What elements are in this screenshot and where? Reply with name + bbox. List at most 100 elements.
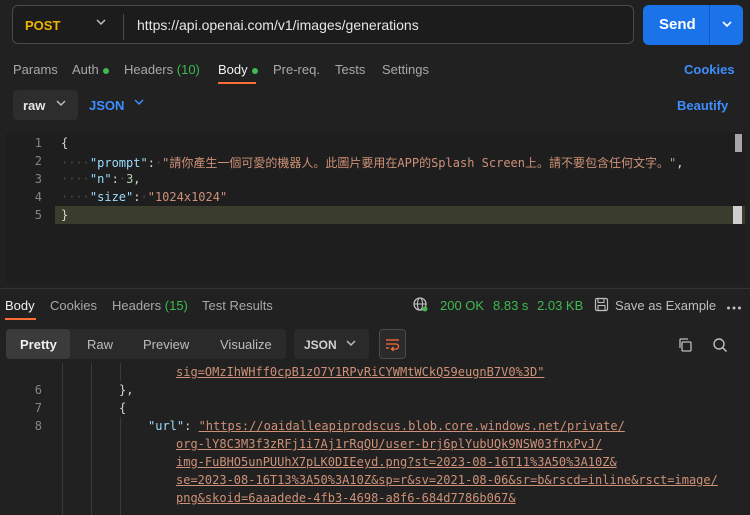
send-label: Send [659, 16, 696, 33]
response-size[interactable]: 2.03 KB [537, 298, 583, 313]
response-tab-test-results[interactable]: Test Results [202, 298, 273, 313]
n-value: 3 [126, 172, 134, 186]
body-type-value: raw [23, 98, 46, 113]
copy-icon[interactable] [677, 337, 693, 356]
view-raw-button[interactable]: Raw [87, 337, 113, 352]
active-tab-indicator [218, 82, 256, 84]
code-line-2: ····"prompt":·"請你產生一個可愛的機器人。此圖片要用在APP的Sp… [61, 156, 684, 170]
line-number: 2 [34, 154, 42, 168]
save-icon [594, 297, 609, 315]
close-brace: } [61, 208, 69, 222]
view-pretty-button[interactable]: Pretty [6, 329, 70, 359]
text-cursor [733, 206, 742, 224]
tab-prereq[interactable]: Pre-req. [273, 62, 320, 77]
response-tab-cookies[interactable]: Cookies [50, 298, 97, 313]
line-number: 1 [34, 136, 42, 150]
tab-settings[interactable]: Settings [382, 62, 429, 77]
indent-guide [62, 363, 63, 515]
response-line-5-tail: sig=OMzIhWHff0cpB1zO7Y1RPvRiCYWMtWCkQ59e… [176, 365, 544, 379]
url-input[interactable]: https://api.openai.com/v1/images/generat… [137, 17, 419, 33]
indent-guide [120, 417, 121, 515]
line-number: 8 [34, 419, 42, 433]
tab-auth[interactable]: Auth [72, 62, 109, 77]
response-line-7: { [119, 401, 127, 415]
cookies-link[interactable]: Cookies [684, 62, 735, 77]
url-value-line[interactable]: org-lY8C3M3f3zRFj1i7Aj1rRqQU/user-brj6pl… [176, 437, 602, 451]
url-continuation: img-FuBHO5unPUUhX7pLK0DIEeyd.png?st=2023… [176, 455, 617, 469]
send-button[interactable]: Send [643, 5, 743, 45]
url-key: "url" [148, 419, 185, 433]
line-number: 7 [34, 401, 42, 415]
line-number: 5 [34, 208, 42, 222]
tab-auth-label: Auth [72, 62, 99, 77]
response-line-6: }, [119, 383, 134, 397]
chevron-down-icon[interactable] [95, 16, 107, 31]
url-continuation: org-lY8C3M3f3zRFj1i7Aj1rRqQU/user-brj6pl… [176, 437, 602, 451]
indent-guide [91, 363, 92, 515]
response-format-value: JSON [304, 338, 337, 352]
divider [123, 14, 124, 40]
size-key: "size" [89, 190, 134, 204]
view-visualize-button[interactable]: Visualize [220, 337, 272, 352]
url-continuation: png&skoid=6aaadede-4fb3-4698-a8f6-684d77… [176, 491, 516, 505]
response-format-dropdown[interactable]: JSON [294, 329, 369, 359]
save-as-example-button[interactable]: Save as Example [615, 298, 716, 313]
prompt-key: "prompt" [89, 156, 148, 170]
more-options-icon[interactable] [726, 300, 742, 315]
url-value-line[interactable]: "https://oaidalleapiprodscus.blob.core.w… [199, 419, 625, 433]
response-headers-count: (15) [164, 298, 188, 313]
status-dot [251, 67, 258, 74]
response-tab-headers[interactable]: Headers (15) [112, 298, 188, 313]
line-number: 3 [34, 172, 42, 186]
url-continuation: se=2023-08-16T13%3A50%3A10Z&sp=r&sv=2021… [176, 473, 718, 487]
code-line-3: ····"n":·3, [61, 172, 141, 186]
status-dot [102, 67, 109, 74]
active-tab-indicator [5, 318, 36, 320]
code-line-1: { [61, 136, 68, 150]
response-view-toggle: Pretty Raw Preview Visualize [6, 329, 286, 359]
headers-count: (10) [176, 62, 200, 77]
view-preview-button[interactable]: Preview [143, 337, 189, 352]
url-value-line[interactable]: png&skoid=6aaadede-4fb3-4698-a8f6-684d77… [176, 491, 516, 505]
n-key: "n" [89, 172, 112, 186]
chevron-down-icon[interactable] [133, 96, 145, 111]
tab-headers[interactable]: Headers (10) [124, 62, 200, 77]
tab-tests[interactable]: Tests [335, 62, 365, 77]
view-pretty-label: Pretty [20, 337, 57, 352]
size-value: "1024x1024" [147, 190, 228, 204]
line-number: 6 [34, 383, 42, 397]
current-line-highlight [55, 206, 745, 224]
body-type-dropdown[interactable]: raw [13, 90, 78, 120]
response-time[interactable]: 8.83 s [493, 298, 528, 313]
globe-icon[interactable] [412, 296, 428, 315]
url-value-line[interactable]: img-FuBHO5unPUUhX7pLK0DIEeyd.png?st=2023… [176, 455, 617, 469]
scrollbar[interactable] [735, 134, 742, 152]
chevron-down-icon[interactable] [720, 17, 734, 34]
line-number: 4 [34, 190, 42, 204]
method-select[interactable]: POST [25, 18, 60, 33]
search-icon[interactable] [712, 337, 728, 356]
language-dropdown[interactable]: JSON [89, 98, 124, 113]
response-tab-body[interactable]: Body [5, 298, 35, 313]
tab-body-label: Body [218, 62, 248, 77]
response-headers-label: Headers [112, 298, 162, 313]
indent-guide [120, 363, 121, 381]
divider [709, 5, 710, 45]
beautify-button[interactable]: Beautify [677, 98, 728, 113]
status-code[interactable]: 200 OK [440, 298, 484, 313]
chevron-down-icon [345, 337, 357, 352]
tab-headers-label: Headers [124, 62, 174, 77]
code-line-4: ····"size":·"1024x1024" [61, 190, 228, 204]
wrap-lines-button[interactable] [379, 329, 406, 359]
tab-params[interactable]: Params [13, 62, 58, 77]
response-line-8: "url": "https://oaidalleapiprodscus.blob… [148, 419, 625, 433]
wrap-lines-icon [385, 337, 400, 354]
chevron-down-icon [55, 97, 67, 112]
divider [0, 288, 750, 289]
code-line-5: } [61, 208, 68, 222]
tab-body[interactable]: Body [218, 62, 258, 77]
url-value-line[interactable]: se=2023-08-16T13%3A50%3A10Z&sp=r&sv=2021… [176, 473, 718, 487]
url-bar: POST https://api.openai.com/v1/images/ge… [12, 5, 634, 44]
url-fragment[interactable]: sig=OMzIhWHff0cpB1zO7Y1RPvRiCYWMtWCkQ59e… [176, 365, 544, 379]
prompt-value: "請你產生一個可愛的機器人。此圖片要用在APP的Splash Screen上。請… [162, 156, 677, 170]
